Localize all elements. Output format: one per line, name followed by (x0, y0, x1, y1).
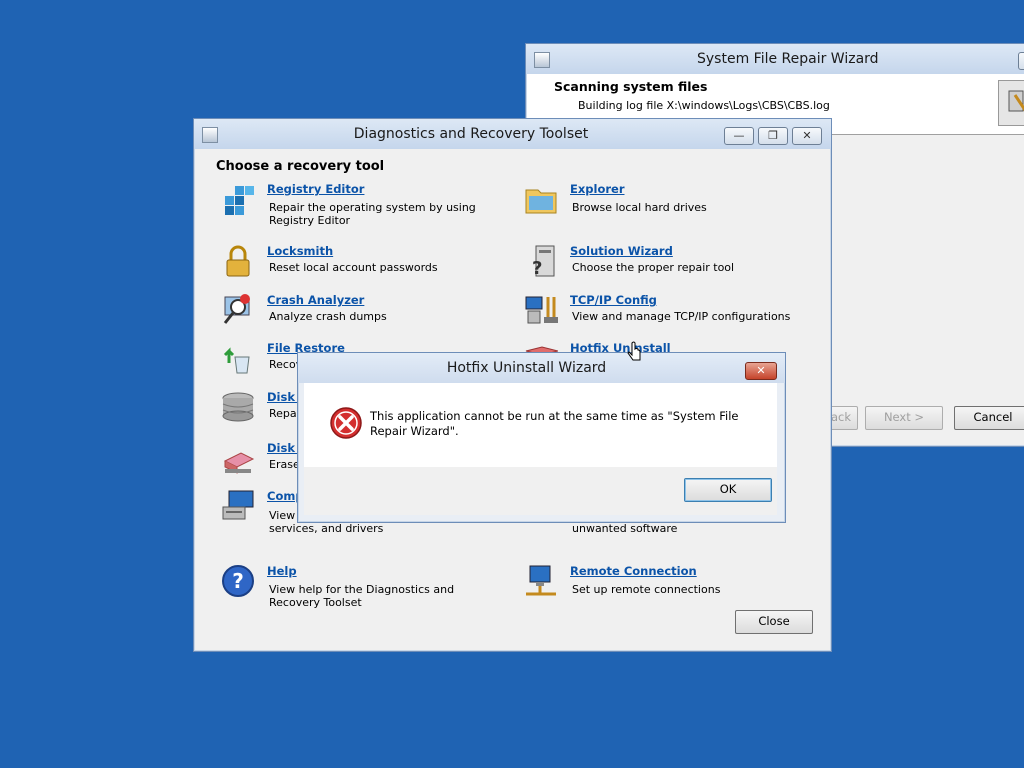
hotfix-title: Hotfix Uninstall Wizard (446, 360, 607, 376)
tool-link[interactable]: Crash Analyzer (267, 293, 364, 307)
wizard-tools-icon (998, 80, 1024, 126)
explorer-icon (524, 182, 558, 216)
next-button[interactable]: Next > (865, 406, 943, 430)
tool-help[interactable]: ? Help View help for the Diagnostics and… (221, 564, 491, 609)
error-icon (330, 407, 362, 439)
close-button[interactable]: Close (735, 610, 813, 634)
sfr-app-icon (534, 52, 550, 68)
minimize-button[interactable]: — (1018, 52, 1024, 70)
svg-text:?: ? (532, 258, 542, 278)
solution-wizard-icon: ? (524, 244, 558, 279)
ok-button[interactable]: OK (684, 478, 772, 502)
tool-link[interactable]: Locksmith (267, 244, 333, 258)
disk-icon (221, 390, 255, 424)
close-button[interactable]: ✕ (745, 362, 777, 380)
help-icon: ? (221, 564, 255, 598)
tool-solution-wizard[interactable]: ? Solution Wizard Choose the proper repa… (524, 244, 794, 288)
tool-link[interactable]: Registry Editor (267, 182, 364, 196)
tool-link[interactable]: TCP/IP Config (570, 293, 657, 307)
network-config-icon (524, 293, 558, 327)
tool-link[interactable]: Help (267, 564, 297, 578)
hotfix-titlebar[interactable]: Hotfix Uninstall Wizard ✕ (298, 353, 785, 383)
hotfix-body: This application cannot be run at the sa… (304, 383, 777, 467)
tool-desc: Browse local hard drives (572, 201, 707, 214)
tool-desc: Reset local account passwords (269, 261, 438, 274)
tool-desc: View help for the Diagnostics and Recove… (269, 583, 455, 609)
tool-link[interactable]: Solution Wizard (570, 244, 673, 258)
registry-editor-icon (221, 182, 255, 216)
disk-wipe-icon (221, 441, 255, 475)
sfr-titlebar[interactable]: System File Repair Wizard — (526, 44, 1024, 74)
tool-registry-editor[interactable]: Registry Editor Repair the operating sys… (221, 182, 491, 227)
remote-connection-icon (524, 564, 558, 598)
lock-icon (221, 244, 255, 278)
hotfix-message: This application cannot be run at the sa… (370, 409, 739, 438)
tool-crash-analyzer[interactable]: Crash Analyzer Analyze crash dumps (221, 293, 491, 337)
tool-locksmith[interactable]: Locksmith Reset local account passwords (221, 244, 491, 288)
tool-desc: Repair the operating system by using Reg… (269, 201, 476, 227)
tool-desc: Analyze crash dumps (269, 310, 387, 323)
sfr-heading: Scanning system files (554, 79, 708, 94)
file-restore-icon (221, 341, 255, 375)
sfr-title: System File Repair Wizard (697, 51, 879, 67)
mouse-cursor-icon (627, 341, 643, 365)
hotfix-footer: OK (304, 467, 777, 515)
tool-desc: Set up remote connections (572, 583, 721, 596)
tool-desc: unwanted software (572, 522, 678, 535)
restore-button[interactable]: ❐ (758, 127, 788, 145)
tool-link[interactable]: Explorer (570, 182, 625, 196)
computer-management-icon (221, 489, 255, 523)
close-button[interactable]: ✕ (792, 127, 822, 145)
tool-desc: View and manage TCP/IP configurations (572, 310, 791, 323)
minimize-button[interactable]: — (724, 127, 754, 145)
crash-analyzer-icon (221, 293, 255, 327)
tool-remote-connection[interactable]: Remote Connection Set up remote connecti… (524, 564, 794, 608)
tool-explorer[interactable]: Explorer Browse local hard drives (524, 182, 794, 226)
tool-desc: Choose the proper repair tool (572, 261, 735, 274)
cancel-button[interactable]: Cancel (954, 406, 1024, 430)
svg-text:?: ? (232, 569, 244, 593)
dart-heading: Choose a recovery tool (216, 159, 385, 174)
tool-link[interactable]: Remote Connection (570, 564, 697, 578)
tool-tcpip-config[interactable]: TCP/IP Config View and manage TCP/IP con… (524, 293, 794, 337)
dart-title: Diagnostics and Recovery Toolset (353, 126, 589, 142)
dart-titlebar[interactable]: Diagnostics and Recovery Toolset — ❐ ✕ (194, 119, 831, 149)
sfr-status-text: Building log file X:\windows\Logs\CBS\CB… (578, 99, 830, 112)
hotfix-error-dialog[interactable]: Hotfix Uninstall Wizard ✕ This applicati… (297, 352, 786, 523)
